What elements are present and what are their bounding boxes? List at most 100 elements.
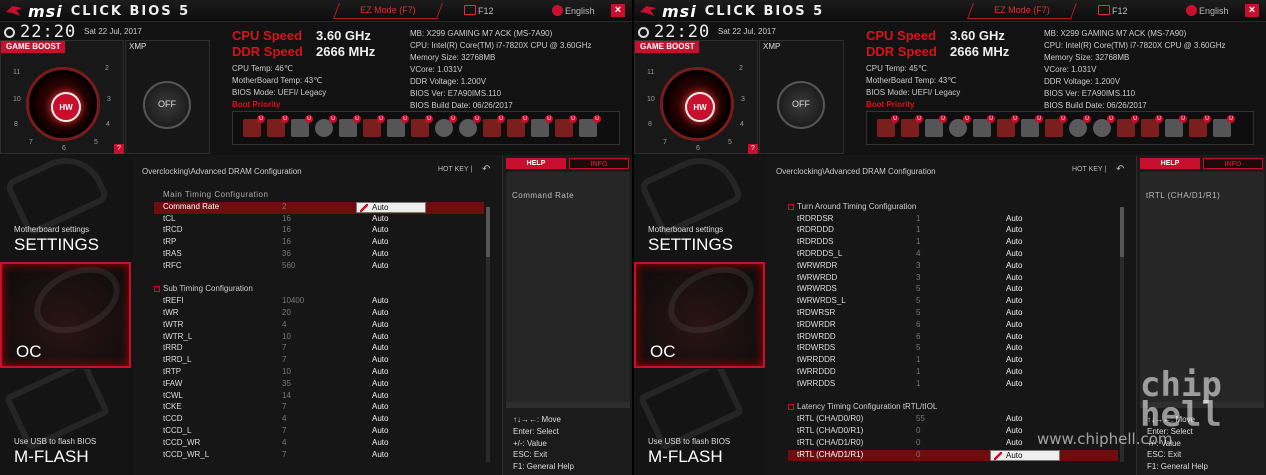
- timing-setting[interactable]: Auto: [1006, 320, 1022, 329]
- collapse-box-icon[interactable]: [154, 286, 160, 293]
- close-button[interactable]: ×: [1245, 4, 1259, 17]
- boot-device-icon[interactable]: U: [387, 115, 409, 137]
- timing-setting[interactable]: Auto: [372, 438, 388, 447]
- boot-device-icon[interactable]: U: [1141, 115, 1163, 137]
- help-divider[interactable]: [506, 402, 630, 408]
- ez-mode-button[interactable]: EZ Mode (F7): [333, 3, 443, 19]
- menu-mflash[interactable]: Use USB to flash BIOS M-FLASH: [0, 369, 131, 475]
- timing-row[interactable]: tCCD 4 Auto: [154, 414, 484, 426]
- ez-mode-button[interactable]: EZ Mode (F7): [967, 3, 1077, 19]
- timing-setting[interactable]: Auto: [372, 332, 388, 341]
- menu-mflash[interactable]: Use USB to flash BIOS M-FLASH: [634, 369, 765, 475]
- boot-device-icon[interactable]: U: [1213, 115, 1235, 137]
- boot-device-icon[interactable]: U: [315, 115, 337, 137]
- timing-row[interactable]: tWRWRDD 3 Auto: [788, 273, 1118, 285]
- timing-setting[interactable]: Auto: [1006, 237, 1022, 246]
- timing-setting[interactable]: Auto: [372, 379, 388, 388]
- boot-device-icon[interactable]: U: [483, 115, 505, 137]
- boot-device-icon[interactable]: U: [267, 115, 289, 137]
- timing-row[interactable]: tRP 16 Auto: [154, 237, 484, 249]
- timing-row[interactable]: tCL 16 Auto: [154, 214, 484, 226]
- boot-device-icon[interactable]: U: [1165, 115, 1187, 137]
- timing-setting[interactable]: Auto: [372, 343, 388, 352]
- boot-device-icon[interactable]: U: [925, 115, 947, 137]
- timing-row[interactable]: tRDRDDS_L 4 Auto: [788, 249, 1118, 261]
- boot-device-icon[interactable]: U: [243, 115, 265, 137]
- timing-setting[interactable]: Auto: [1006, 414, 1022, 423]
- timing-row[interactable]: Latency Timing Configuration tRTL/tIOL: [788, 402, 1118, 414]
- xmp-toggle-button[interactable]: OFF: [777, 81, 825, 129]
- tab-info[interactable]: INFO: [569, 158, 629, 169]
- boot-device-icon[interactable]: U: [1045, 115, 1067, 137]
- boot-device-icon[interactable]: U: [459, 115, 481, 137]
- tab-help[interactable]: HELP: [506, 158, 566, 169]
- timing-setting[interactable]: Auto: [1006, 261, 1022, 270]
- timing-row[interactable]: tWR 20 Auto: [154, 308, 484, 320]
- timing-row[interactable]: tCCD_L 7 Auto: [154, 426, 484, 438]
- help-question-icon[interactable]: ?: [114, 144, 124, 154]
- boot-device-icon[interactable]: U: [339, 115, 361, 137]
- boot-device-icon[interactable]: U: [949, 115, 971, 137]
- timing-row[interactable]: tWRWRDS 5 Auto: [788, 284, 1118, 296]
- boot-device-icon[interactable]: U: [1069, 115, 1091, 137]
- timing-row[interactable]: tCCD_WR_L 7 Auto: [154, 450, 484, 462]
- timing-row[interactable]: tRTL (CHA/D0/R0) 55 Auto: [788, 414, 1118, 426]
- close-button[interactable]: ×: [611, 4, 625, 17]
- boot-device-icon[interactable]: U: [973, 115, 995, 137]
- back-icon[interactable]: ↶: [482, 164, 490, 175]
- timing-row[interactable]: tWRRDDS 1 Auto: [788, 379, 1118, 391]
- timing-setting[interactable]: Auto: [1006, 426, 1022, 435]
- timing-row[interactable]: tRDWRDD 6 Auto: [788, 332, 1118, 344]
- timing-setting[interactable]: Auto: [1006, 379, 1022, 388]
- boot-device-icon[interactable]: U: [1021, 115, 1043, 137]
- timing-setting[interactable]: Auto: [372, 214, 388, 223]
- boot-device-icon[interactable]: U: [435, 115, 457, 137]
- timing-row[interactable]: Sub Timing Configuration: [154, 284, 484, 296]
- boot-device-icon[interactable]: U: [901, 115, 923, 137]
- timing-setting[interactable]: Auto: [1006, 308, 1022, 317]
- timing-setting-input[interactable]: Auto: [356, 201, 426, 213]
- timing-row[interactable]: tCWL 14 Auto: [154, 391, 484, 403]
- boot-device-icon[interactable]: U: [579, 115, 601, 137]
- timing-row[interactable]: tRDWRDS 5 Auto: [788, 343, 1118, 355]
- boot-device-icon[interactable]: U: [1117, 115, 1139, 137]
- globe-icon[interactable]: [552, 5, 563, 16]
- timing-row[interactable]: tRFC 560 Auto: [154, 261, 484, 273]
- timing-setting[interactable]: Auto: [1006, 367, 1022, 376]
- timing-row[interactable]: tRRD 7 Auto: [154, 343, 484, 355]
- boot-device-icon[interactable]: U: [1189, 115, 1211, 137]
- timing-setting-input[interactable]: Auto: [990, 449, 1060, 461]
- timing-setting[interactable]: Auto: [372, 308, 388, 317]
- timing-setting[interactable]: Auto: [372, 320, 388, 329]
- timing-row[interactable]: tRAS 36 Auto: [154, 249, 484, 261]
- tab-help[interactable]: HELP: [1140, 158, 1200, 169]
- timing-row[interactable]: Main Timing Configuration: [154, 190, 484, 202]
- timing-setting[interactable]: Auto: [1006, 214, 1022, 223]
- timing-setting[interactable]: Auto: [1006, 343, 1022, 352]
- boot-device-icon[interactable]: U: [555, 115, 577, 137]
- game-boost-dial[interactable]: HW: [26, 67, 100, 141]
- timing-row[interactable]: tRRD_L 7 Auto: [154, 355, 484, 367]
- timing-setting[interactable]: Auto: [372, 414, 388, 423]
- timing-row[interactable]: tWRRDDR 1 Auto: [788, 355, 1118, 367]
- timing-setting[interactable]: Auto: [1006, 332, 1022, 341]
- boot-device-icon[interactable]: U: [507, 115, 529, 137]
- timing-setting[interactable]: Auto: [372, 450, 388, 459]
- tab-info[interactable]: INFO: [1203, 158, 1263, 169]
- timing-row[interactable]: tREFI 10400 Auto: [154, 296, 484, 308]
- boot-device-icon[interactable]: U: [877, 115, 899, 137]
- timing-row[interactable]: Command Rate 2 Auto: [154, 201, 484, 214]
- collapse-box-icon[interactable]: [788, 203, 794, 210]
- timing-row[interactable]: tRCD 16 Auto: [154, 225, 484, 237]
- timing-row[interactable]: tRDRDDS 1 Auto: [788, 237, 1118, 249]
- timing-row[interactable]: tRDRDDD 1 Auto: [788, 225, 1118, 237]
- scrollbar-thumb[interactable]: [1120, 207, 1124, 257]
- timing-row[interactable]: tRDWRSR 5 Auto: [788, 308, 1118, 320]
- menu-oc[interactable]: OC: [634, 262, 765, 368]
- timing-setting[interactable]: Auto: [372, 249, 388, 258]
- scrollbar-thumb[interactable]: [486, 207, 490, 257]
- boot-device-icon[interactable]: U: [997, 115, 1019, 137]
- boot-device-icon[interactable]: U: [1093, 115, 1115, 137]
- timing-row[interactable]: tWTR_L 10 Auto: [154, 332, 484, 344]
- timing-setting[interactable]: Auto: [1006, 355, 1022, 364]
